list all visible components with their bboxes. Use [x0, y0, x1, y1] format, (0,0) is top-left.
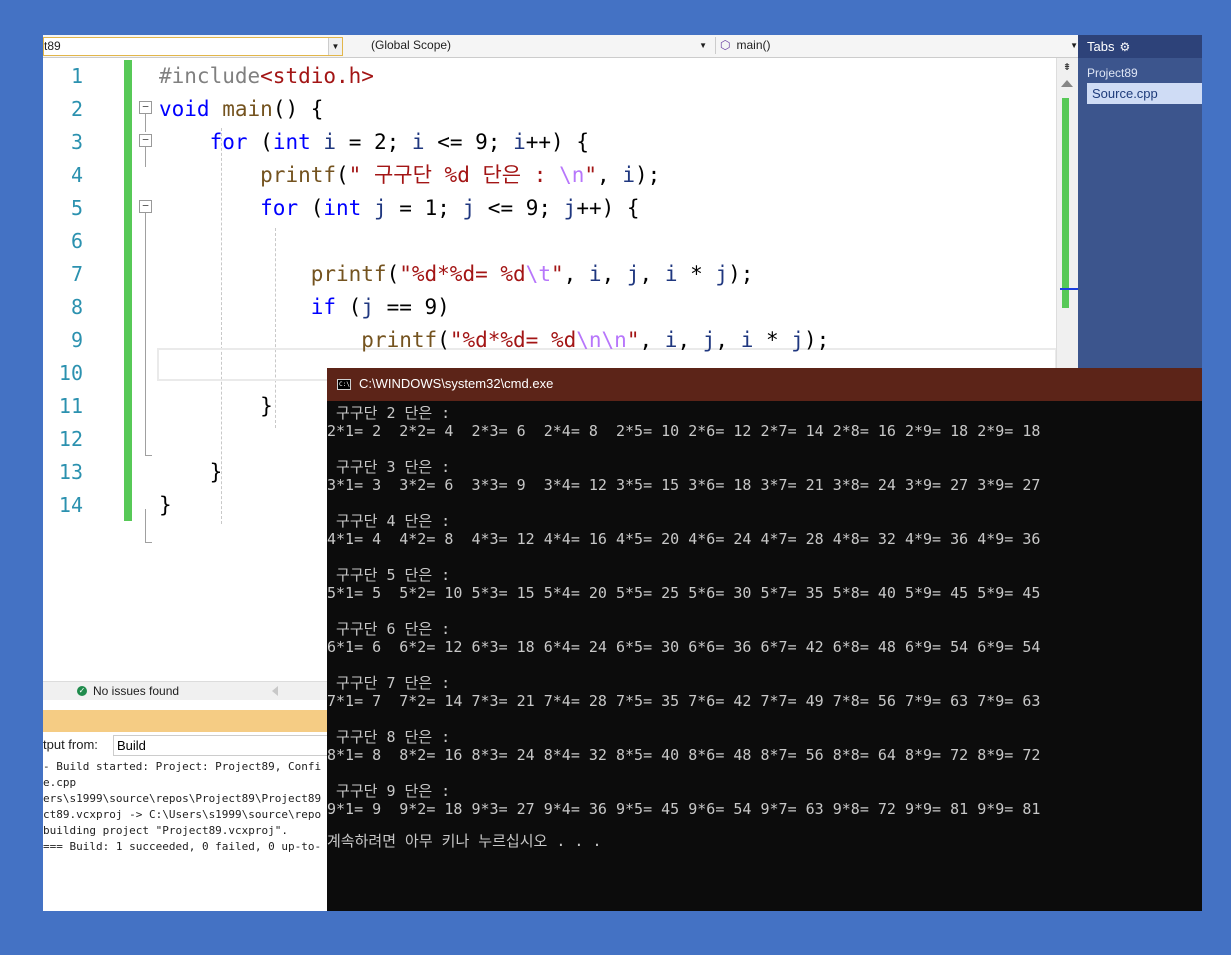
- console-table-line: 9*1= 9 9*2= 18 9*3= 27 9*4= 36 9*5= 45 9…: [327, 800, 1041, 818]
- code-text: for (int j = 1; j <= 9; j++) {: [260, 196, 640, 220]
- code-line: 6: [43, 225, 1055, 258]
- output-line: - Build started: Project: Project89, Con…: [43, 760, 322, 773]
- code-text: if (j == 9): [310, 295, 450, 319]
- code-line: 3 for (int i = 2; i <= 9; i++) {: [43, 126, 1055, 159]
- output-line: e.cpp: [43, 776, 77, 789]
- output-pane: tput from: Build - Build started: Projec…: [43, 732, 338, 911]
- code-line: 7 printf("%d*%d= %d\t", i, j, i * j);: [43, 258, 1055, 291]
- caret-position-marker: [1060, 288, 1079, 290]
- project-combo-value: t89: [44, 39, 61, 53]
- tabs-header: Tabs ⚙: [1078, 35, 1202, 58]
- code-line: 1 #include<stdio.h>: [43, 60, 1055, 93]
- tab-group-project[interactable]: Project89: [1087, 66, 1138, 80]
- code-line: 4 printf(" 구구단 %d 단은 : \n", i);: [43, 159, 1055, 192]
- output-line: ct89.vcxproj -> C:\Users\s1999\source\re…: [43, 808, 322, 821]
- project-combo[interactable]: t89 ▼: [43, 37, 343, 56]
- line-number: 8: [70, 295, 83, 319]
- output-line: building project "Project89.vcxproj".: [43, 824, 289, 837]
- console-heading-line: 구구단 6 단은 :: [327, 620, 451, 638]
- line-number: 10: [58, 361, 83, 385]
- line-number: 4: [70, 163, 83, 187]
- console-heading-line: 구구단 8 단은 :: [327, 728, 451, 746]
- code-text: printf("%d*%d= %d\n\n", i, j, i * j);: [361, 328, 830, 352]
- line-number: 9: [70, 328, 83, 352]
- code-text: void main() {: [159, 97, 324, 121]
- gear-icon[interactable]: ⚙: [1119, 40, 1130, 54]
- fold-line: [145, 542, 152, 543]
- console-table-line: 2*1= 2 2*2= 4 2*3= 6 2*4= 8 2*5= 10 2*6=…: [327, 422, 1041, 440]
- scroll-up-icon[interactable]: [1061, 80, 1073, 87]
- line-number: 13: [58, 460, 83, 484]
- code-text: }: [159, 460, 223, 484]
- chevron-down-icon[interactable]: ▼: [1070, 37, 1078, 54]
- scope-combo[interactable]: (Global Scope) ▼: [371, 37, 711, 54]
- issues-status[interactable]: No issues found: [93, 682, 179, 700]
- code-line: 2 void main() {: [43, 93, 1055, 126]
- console-table-line: 4*1= 4 4*2= 8 4*3= 12 4*4= 16 4*5= 20 4*…: [327, 530, 1041, 548]
- console-heading-line: 구구단 7 단은 :: [327, 674, 451, 692]
- line-number: 11: [58, 394, 83, 418]
- console-table-line: 5*1= 5 5*2= 10 5*3= 15 5*4= 20 5*5= 25 5…: [327, 584, 1041, 602]
- line-number: 3: [70, 130, 83, 154]
- output-from-label: tput from:: [43, 737, 98, 752]
- console-heading-line: 구구단 3 단은 :: [327, 458, 451, 476]
- code-line: 8 if (j == 9): [43, 291, 1055, 324]
- line-number: 2: [70, 97, 83, 121]
- code-line: 9 printf("%d*%d= %d\n\n", i, j, i * j);: [43, 324, 1055, 357]
- line-number: 6: [70, 229, 83, 253]
- output-source-select[interactable]: Build: [113, 735, 338, 756]
- code-text: }: [159, 394, 273, 418]
- console-window[interactable]: C:\ C:\WINDOWS\system32\cmd.exe 구구단 2 단은…: [327, 368, 1202, 911]
- console-heading-line: 구구단 4 단은 :: [327, 512, 451, 530]
- line-number: 7: [70, 262, 83, 286]
- member-combo-value: main(): [736, 38, 771, 52]
- console-heading-line: 구구단 5 단은 :: [327, 566, 451, 584]
- console-table-line: 6*1= 6 6*2= 12 6*3= 18 6*4= 24 6*5= 30 6…: [327, 638, 1041, 656]
- code-text: for (int i = 2; i <= 9; i++) {: [209, 130, 589, 154]
- chevron-down-icon[interactable]: ▼: [699, 37, 707, 54]
- console-table-line: 7*1= 7 7*2= 14 7*3= 21 7*4= 28 7*5= 35 7…: [327, 692, 1041, 710]
- member-combo[interactable]: ⬡ main() ▼: [715, 37, 1082, 54]
- output-line: === Build: 1 succeeded, 0 failed, 0 up-t…: [43, 840, 322, 853]
- code-text: printf(" 구구단 %d 단은 : \n", i);: [260, 163, 661, 187]
- line-number: 12: [58, 427, 83, 451]
- split-window-icon[interactable]: ⇟: [1060, 60, 1074, 74]
- code-line: 5 for (int j = 1; j <= 9; j++) {: [43, 192, 1055, 225]
- console-title: C:\WINDOWS\system32\cmd.exe: [359, 376, 554, 391]
- tab-source-file[interactable]: Source.cpp: [1087, 83, 1202, 104]
- console-prompt-line: 계속하려면 아무 키나 누르십시오 . . .: [327, 832, 602, 850]
- console-title-bar[interactable]: C:\ C:\WINDOWS\system32\cmd.exe: [327, 368, 1202, 401]
- chevron-down-icon[interactable]: ▼: [328, 38, 342, 55]
- tabs-header-label: Tabs: [1087, 39, 1115, 54]
- code-text: #include<stdio.h>: [159, 64, 374, 88]
- navigation-bar: t89 ▼ (Global Scope) ▼ ⬡ main() ▼: [43, 35, 1078, 58]
- code-text: }: [159, 493, 172, 517]
- scroll-thumb[interactable]: [1062, 98, 1069, 308]
- console-heading-line: 구구단 2 단은 :: [327, 404, 451, 422]
- check-circle-icon: ✓: [77, 686, 87, 696]
- method-cube-icon: ⬡: [720, 38, 731, 52]
- scope-combo-value: (Global Scope): [371, 38, 452, 52]
- output-line: ers\s1999\source\repos\Project89\Project…: [43, 792, 322, 805]
- console-table-line: 8*1= 8 8*2= 16 8*3= 24 8*4= 32 8*5= 40 8…: [327, 746, 1041, 764]
- line-number: 1: [70, 64, 83, 88]
- line-number: 5: [70, 196, 83, 220]
- code-text: printf("%d*%d= %d\t", i, j, i * j);: [310, 262, 754, 286]
- scroll-left-icon[interactable]: [272, 686, 278, 696]
- console-icon: C:\: [337, 379, 351, 390]
- console-heading-line: 구구단 9 단은 :: [327, 782, 451, 800]
- line-number: 14: [58, 493, 83, 517]
- console-table-line: 3*1= 3 3*2= 6 3*3= 9 3*4= 12 3*5= 15 3*6…: [327, 476, 1041, 494]
